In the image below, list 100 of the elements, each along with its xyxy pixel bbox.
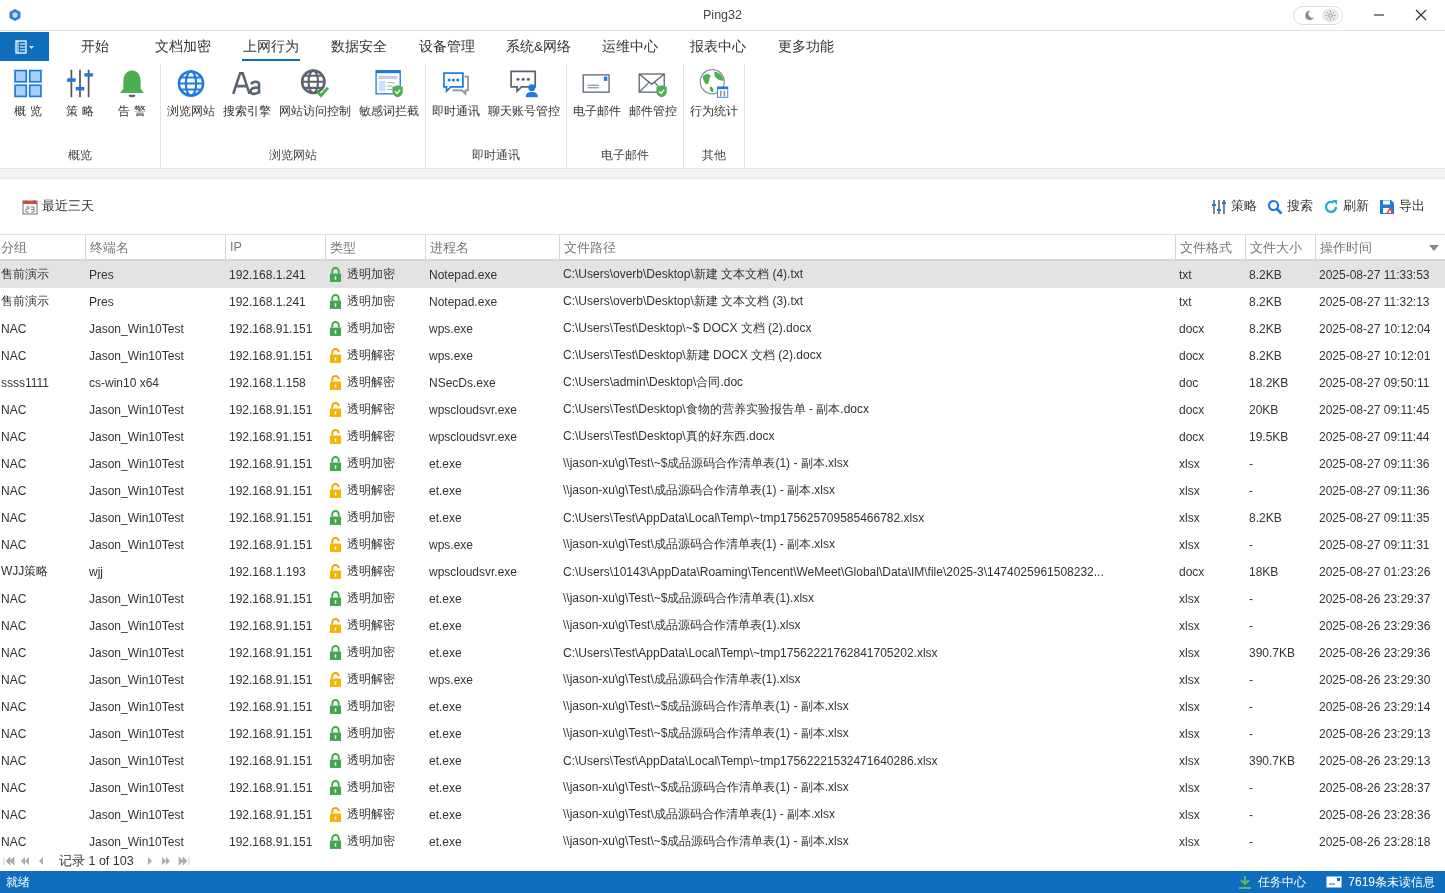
ribbon-button[interactable]: 敏感词拦截 [355, 64, 423, 120]
menu-tab[interactable]: 更多功能 [777, 32, 835, 61]
table-cell-text: 18.2KB [1248, 375, 1290, 390]
ribbon-group-label: 电子邮件 [600, 147, 650, 164]
table-cell: 透明解密 [347, 347, 395, 364]
menu-tab[interactable]: 上网行为 [242, 32, 300, 61]
globe-check-icon [298, 68, 332, 99]
table-cell-text: 2025-08-26 23:28:37 [1318, 780, 1432, 795]
table-cell-text: - [1248, 780, 1254, 795]
table-cell-text: txt [1178, 267, 1193, 282]
table-cell-text: xlsx [1178, 807, 1201, 822]
table-cell-text: Jason_Win10Test [88, 537, 185, 552]
table-row[interactable]: NAC Jason_Win10Test 192.168.91.151 透明解密 et.exe \\jason-xu\g\Test\成品源码合作清单表(1) - 副本.xlsx xlsx - 2025-08-27 09:11:36 [0, 477, 1445, 504]
menu-tab[interactable]: 报表中心 [689, 32, 747, 61]
toolbar-button[interactable]: 刷新 [1323, 198, 1369, 215]
menu-tab[interactable]: 数据安全 [330, 32, 388, 61]
table-cell-text: - [1248, 618, 1254, 633]
ribbon-button[interactable]: 电子邮件 [569, 64, 625, 120]
menu-tab[interactable]: 开始 [66, 32, 124, 61]
table-cell-text: Jason_Win10Test [88, 456, 185, 471]
table-row[interactable]: NAC Jason_Win10Test 192.168.91.151 透明加密 et.exe \\jason-xu\g\Test\~$成品源码合作清单表(1) - 副本.xlsx xlsx - 2025-08-26 23:29:14 [0, 693, 1445, 720]
table-row[interactable]: NAC Jason_Win10Test 192.168.91.151 透明加密 et.exe C:\Users\Test\AppData\Local\Temp\~tmp175625709585466782.xlsx xlsx 8.2KB 2025-08-27 09:11:35 [0, 504, 1445, 531]
close-icon[interactable] [1415, 9, 1427, 21]
app-menu-button[interactable] [0, 32, 49, 61]
table-cell-text: 2025-08-27 10:12:04 [1318, 321, 1432, 336]
ribbon-button[interactable]: 行为统计 [686, 64, 742, 120]
column-header[interactable]: 分组 [0, 235, 85, 262]
ribbon-button[interactable]: 网站访问控制 [275, 64, 355, 120]
date-range-button[interactable]: 最近三天 [22, 198, 94, 215]
table-cell-text: NAC [0, 753, 28, 768]
refresh-icon [1323, 198, 1339, 215]
menu-tab[interactable]: 系统&网络 [506, 32, 571, 61]
ribbon-group-label: 浏览网站 [268, 147, 318, 164]
table-cell-text: 2025-08-27 10:12:01 [1318, 348, 1432, 363]
dropdown-arrow-icon[interactable] [1429, 245, 1439, 251]
toolbar-button[interactable]: 导出 [1379, 198, 1425, 215]
table-cell-text: - [1248, 591, 1254, 606]
message-icon[interactable] [1326, 876, 1343, 888]
table-cell-text: Jason_Win10Test [88, 726, 185, 741]
table-cell: 透明解密 [347, 617, 395, 634]
table-row[interactable]: NAC Jason_Win10Test 192.168.91.151 透明加密 et.exe \\jason-xu\g\Test\~$成品源码合作清单表(1) - 副本.xlsx xlsx - 2025-08-26 23:29:13 [0, 720, 1445, 747]
table-cell-text: 192.168.91.151 [228, 321, 314, 336]
table-cell: 透明加密 [347, 725, 395, 742]
table-row[interactable]: NAC Jason_Win10Test 192.168.91.151 透明解密 wps.exe C:\Users\Test\Desktop\新建 DOCX 文档 (2).docx docx 8.2KB 2025-08-27 10:12:01 [0, 342, 1445, 369]
table-cell-text: 192.168.91.151 [228, 591, 314, 606]
table-cell-text: 8.2KB [1248, 348, 1283, 363]
toolbar-button[interactable]: 搜索 [1267, 198, 1313, 215]
table-cell-text: wpscloudsvr.exe [428, 402, 519, 417]
record-counter: 记录 1 of 103 [59, 852, 134, 870]
table-cell-text: - [1248, 807, 1254, 822]
table-cell-text: et.exe [428, 456, 463, 471]
ribbon-button[interactable]: 搜索引擎 [219, 64, 275, 120]
table-cell: 透明解密 [347, 671, 395, 688]
table-cell-text: Pres [88, 294, 115, 309]
next-page-icons[interactable] [145, 857, 190, 865]
menu-tab[interactable]: 设备管理 [418, 32, 476, 61]
table-cell-text: wps.exe [428, 537, 475, 552]
menu-tab[interactable]: 运维中心 [601, 32, 659, 61]
toolbar-button[interactable]: 策略 [1211, 198, 1257, 215]
table-row[interactable]: NAC Jason_Win10Test 192.168.91.151 透明加密 et.exe \\jason-xu\g\Test\~$成品源码合作清单表(1) - 副本.xlsx xlsx - 2025-08-27 09:11:36 [0, 450, 1445, 477]
unread-messages-link[interactable]: 7619条未读信息 [1348, 873, 1435, 891]
table-row[interactable]: NAC Jason_Win10Test 192.168.91.151 透明加密 et.exe C:\Users\Test\AppData\Local\Temp\~tmp17562221532471640286.xlsx xlsx 390.7KB 2025-08-26 23:29:13 [0, 747, 1445, 774]
table-cell-text: 2025-08-26 23:29:13 [1318, 726, 1432, 741]
table-row[interactable]: 售前演示 Pres 192.168.1.241 透明加密 Notepad.exe C:\Users\overb\Desktop\新建 文本文档 (3).txt txt 8.2KB 2025-08-27 11:32:13 [0, 288, 1445, 315]
table-cell-text: 2025-08-26 23:29:13 [1318, 753, 1432, 768]
table-row[interactable]: ssss1111 cs-win10 x64 192.168.1.158 透明解密 NSecDs.exe C:\Users\admin\Desktop\合同.doc doc 18.2KB 2025-08-27 09:50:11 [0, 369, 1445, 396]
table-cell-text: cs-win10 x64 [88, 375, 161, 390]
ribbon-button[interactable]: 聊天账号管控 [484, 64, 564, 120]
ribbon-button[interactable]: 邮件管控 [625, 64, 681, 120]
table-row[interactable]: NAC Jason_Win10Test 192.168.91.151 透明加密 et.exe C:\Users\Test\AppData\Local\Temp\~tmp17562221762841705202.xlsx xlsx 390.7KB 2025-08-26 23:29:36 [0, 639, 1445, 666]
ribbon-button[interactable]: 告 警 [106, 64, 158, 120]
table-row[interactable]: NAC Jason_Win10Test 192.168.91.151 透明解密 wps.exe \\jason-xu\g\Test\成品源码合作清单表(1).xlsx xlsx - 2025-08-26 23:29:30 [0, 666, 1445, 693]
ribbon-button[interactable]: 概 览 [2, 64, 54, 120]
table-row[interactable]: WJJ策略 wjj 192.168.1.193 透明解密 wpscloudsvr.exe C:\Users\10143\AppData\Roaming\Tencent\WeMeet\Global\Data\IM\file\2025-3\1474025961508232... docx 18KB 2025-08-27 01:23:26 [0, 558, 1445, 585]
table-cell-text: txt [1178, 294, 1193, 309]
menu-tab[interactable]: 文档加密 [154, 32, 212, 61]
table-row[interactable]: 售前演示 Pres 192.168.1.241 透明加密 Notepad.exe C:\Users\overb\Desktop\新建 文本文档 (4).txt txt 8.2KB 2025-08-27 11:33:53 [0, 261, 1445, 288]
table-row[interactable]: NAC Jason_Win10Test 192.168.91.151 透明加密 wps.exe C:\Users\Test\Desktop\~$ DOCX 文档 (2).docx docx 8.2KB 2025-08-27 10:12:04 [0, 315, 1445, 342]
table-cell-text: NAC [0, 483, 28, 498]
table-row[interactable]: NAC Jason_Win10Test 192.168.91.151 透明解密 et.exe \\jason-xu\g\Test\成品源码合作清单表(1).xlsx xlsx - 2025-08-26 23:29:36 [0, 612, 1445, 639]
table-cell-text: Jason_Win10Test [88, 591, 185, 606]
ribbon-button[interactable]: 策 略 [54, 64, 106, 120]
task-center-link[interactable]: 任务中心 [1258, 873, 1307, 891]
table-cell-text: 390.7KB [1248, 645, 1297, 660]
ribbon-button[interactable]: 浏览网站 [163, 64, 219, 120]
ribbon-group-label: 其他 [701, 147, 727, 164]
table-row[interactable]: NAC Jason_Win10Test 192.168.91.151 透明解密 wps.exe \\jason-xu\g\Test\成品源码合作清单表(1) - 副本.xlsx xlsx - 2025-08-27 09:11:31 [0, 531, 1445, 558]
table-row[interactable]: NAC Jason_Win10Test 192.168.91.151 透明解密 et.exe \\jason-xu\g\Test\成品源码合作清单表(1) - 副本.xlsx xlsx - 2025-08-26 23:28:36 [0, 801, 1445, 828]
table-row[interactable]: NAC Jason_Win10Test 192.168.91.151 透明加密 et.exe \\jason-xu\g\Test\~$成品源码合作清单表(1) - 副本.xlsx xlsx - 2025-08-26 23:28:37 [0, 774, 1445, 801]
chat-user-icon [507, 68, 541, 99]
table-row[interactable]: NAC Jason_Win10Test 192.168.91.151 透明加密 et.exe \\jason-xu\g\Test\~$成品源码合作清单表(1).xlsx xlsx - 2025-08-26 23:29:37 [0, 585, 1445, 612]
table-cell-text: xlsx [1178, 780, 1201, 795]
table-cell-text: 192.168.91.151 [228, 402, 314, 417]
table-cell-text: 192.168.91.151 [228, 456, 314, 471]
download-icon[interactable] [1238, 875, 1253, 889]
table-row[interactable]: NAC Jason_Win10Test 192.168.91.151 透明加密 et.exe \\jason-xu\g\Test\~$成品源码合作清单表(1) - 副本.xlsx xlsx - 2025-08-26 23:28:18 [0, 828, 1445, 851]
table-cell-text: C:\Users\Test\Desktop\~$ DOCX 文档 (2).docx [562, 320, 813, 337]
ribbon-button[interactable]: 即时通讯 [428, 64, 484, 120]
table-row[interactable]: NAC Jason_Win10Test 192.168.91.151 透明解密 wpscloudsvr.exe C:\Users\Test\Desktop\食物的营养实验报告单 - 副本.docx docx 20KB 2025-08-27 09:11:45 [0, 396, 1445, 423]
table-row[interactable]: NAC Jason_Win10Test 192.168.91.151 透明解密 wpscloudsvr.exe C:\Users\Test\Desktop\真的好东西.docx docx 19.5KB 2025-08-27 09:11:44 [0, 423, 1445, 450]
